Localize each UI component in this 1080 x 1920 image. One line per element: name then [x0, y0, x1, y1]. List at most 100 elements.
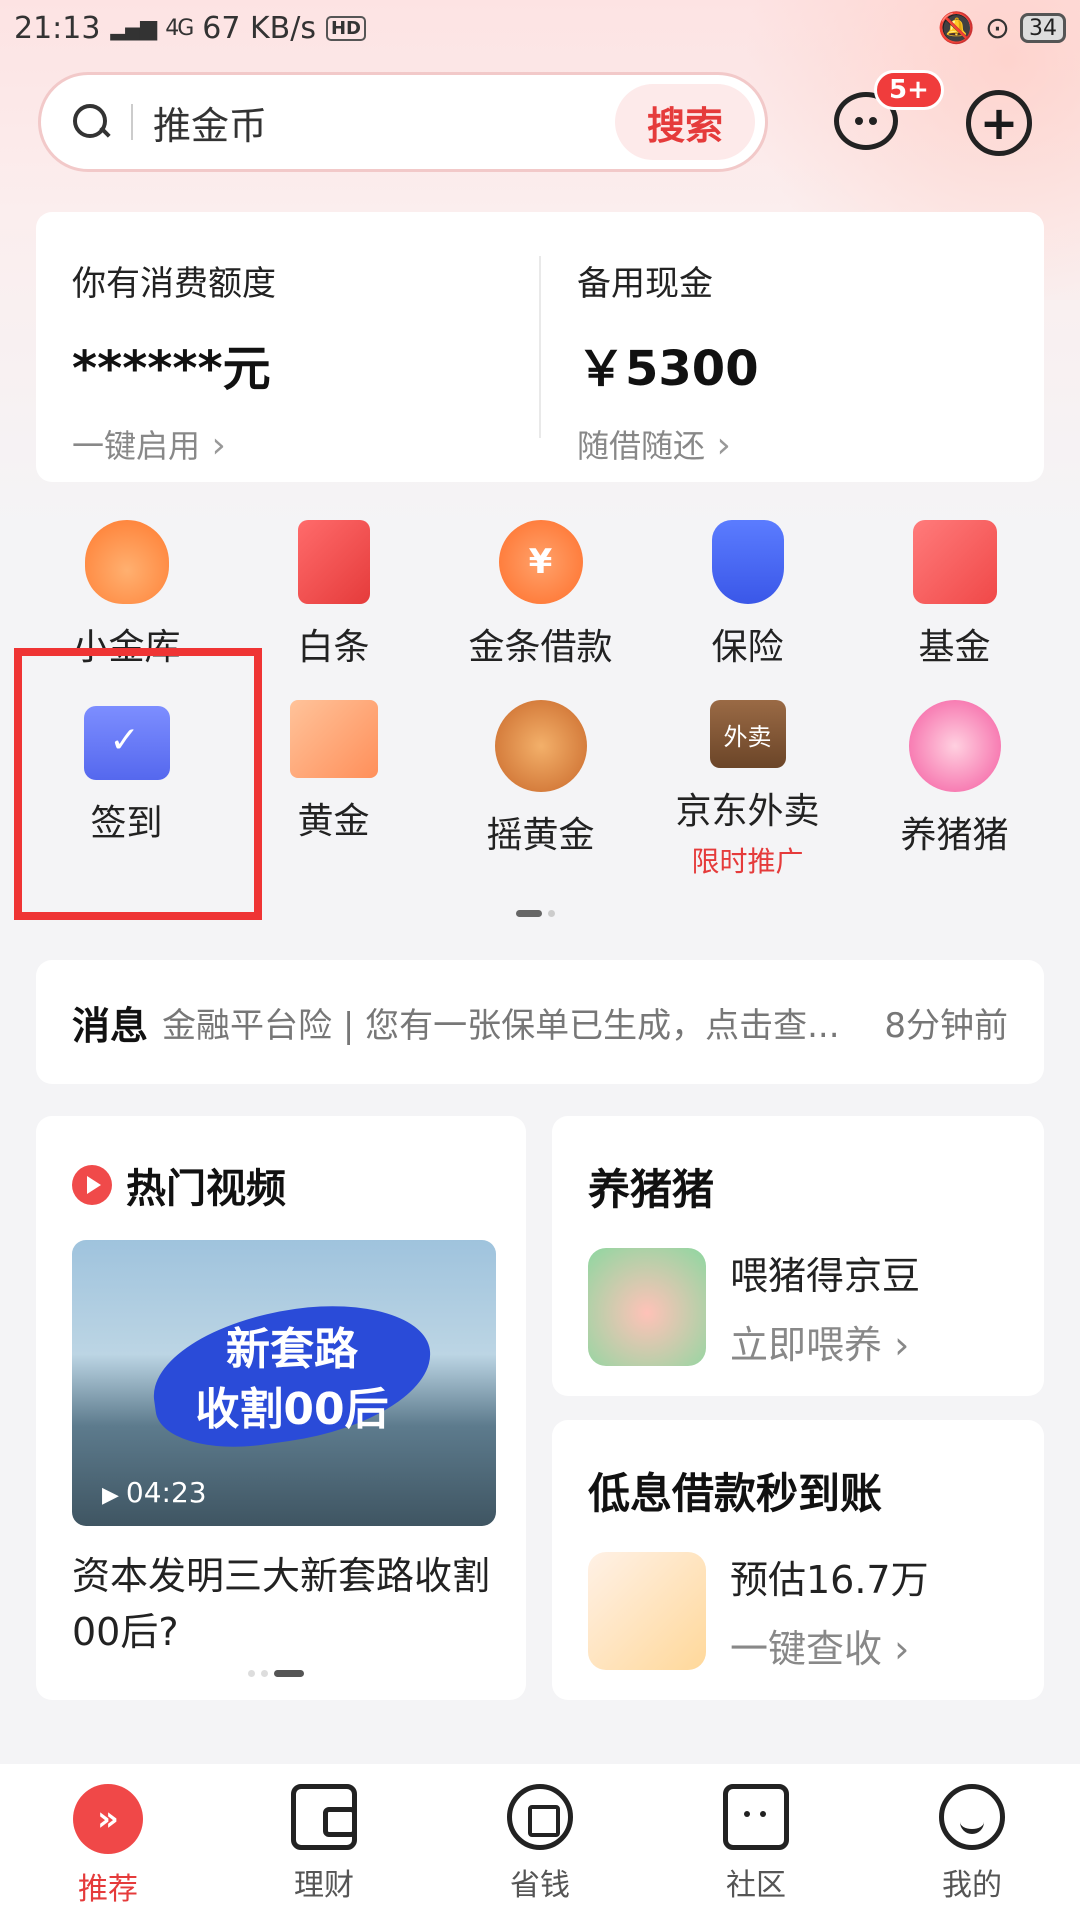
- takeout-bag-icon: 外卖: [709, 700, 786, 768]
- thumb-text: 新套路 收割00后: [162, 1320, 422, 1440]
- video-page-indicator: [248, 1670, 304, 1677]
- pig-illustration-icon: [588, 1248, 706, 1366]
- wallet-icon: [291, 1784, 357, 1850]
- grid-label: 保险: [711, 627, 784, 668]
- message-title: 消息: [72, 1003, 149, 1048]
- search-input[interactable]: 推金币: [153, 95, 615, 150]
- add-button[interactable]: +: [966, 90, 1032, 156]
- grid-label: 白条: [297, 627, 370, 668]
- gold-coins-bowl-icon: [494, 700, 587, 792]
- grid-item-checkin[interactable]: 签到: [23, 700, 230, 880]
- piggy-bag-icon: [84, 520, 169, 604]
- search-icon: [71, 102, 111, 142]
- shield-umbrella-icon: [711, 520, 784, 604]
- network-speed: 67 KB/s: [202, 10, 316, 46]
- loan-estimate: 预估16.7万: [730, 1558, 929, 1602]
- page-dot-active: [274, 1670, 304, 1677]
- hd-icon: HD: [325, 15, 366, 41]
- chat-community-icon: [723, 1784, 789, 1850]
- message-notice[interactable]: 消息 金融平台险 | 您有一张保单已生成，点击查... 8分钟前: [36, 960, 1044, 1084]
- nav-tab-save[interactable]: 省钱: [432, 1764, 648, 1920]
- status-bar: 21:13 ▂▄▆ 4G 67 KB/s HD 🔕 ⊙ 34: [0, 0, 1080, 56]
- grid-item-raise-pig[interactable]: 养猪猪: [851, 700, 1058, 880]
- grid-label: 摇黄金: [486, 815, 595, 856]
- feature-grid: 小金库 白条 ¥ 金条借款 保险 基金 签到 黄金 摇黄金: [0, 520, 1080, 880]
- grid-page-indicator: [516, 910, 555, 917]
- save-money-icon: [507, 1784, 573, 1850]
- grid-item-takeout[interactable]: 外卖 京东外卖 限时推广: [644, 700, 851, 880]
- mute-bell-icon: 🔕: [937, 10, 975, 46]
- message-text: 金融平台险 | 您有一张保单已生成，点击查...: [162, 1005, 840, 1046]
- grid-item-shake-gold[interactable]: 摇黄金: [437, 700, 644, 880]
- credit-summary-card: 你有消费额度 ******元 一键启用 备用现金 ￥5300 随借随还: [36, 212, 1044, 482]
- pig-card-title: 养猪猪: [588, 1165, 715, 1214]
- message-time: 8分钟前: [884, 1005, 1008, 1046]
- promo-tag: 限时推广: [691, 845, 804, 878]
- video-caption: 资本发明三大新套路收割00后?: [72, 1554, 491, 1654]
- thumb-text-line1: 新套路: [226, 1324, 358, 1375]
- nav-tab-community[interactable]: 社区: [648, 1764, 864, 1920]
- search-divider: [131, 104, 133, 140]
- page-dot-active: [516, 910, 542, 917]
- grid-item-xiaojinku[interactable]: 小金库: [23, 520, 230, 700]
- nav-tab-finance[interactable]: 理财: [216, 1764, 432, 1920]
- nav-tab-recommend[interactable]: » 推荐: [0, 1764, 216, 1920]
- grid-row-2: 签到 黄金 摇黄金 外卖 京东外卖 限时推广 养猪猪: [0, 700, 1080, 880]
- feed-link[interactable]: 立即喂养: [730, 1314, 920, 1369]
- consumption-credit[interactable]: 你有消费额度 ******元 一键启用: [36, 212, 539, 482]
- video-duration: 04:23: [102, 1476, 207, 1509]
- grid-row-1: 小金库 白条 ¥ 金条借款 保险 基金: [0, 520, 1080, 700]
- grid-item-gold[interactable]: 黄金: [230, 700, 437, 880]
- grid-label: 金条借款: [468, 627, 613, 668]
- fund-chart-icon: [912, 520, 997, 604]
- search-button[interactable]: 搜索: [615, 84, 755, 160]
- bill-icon: [297, 520, 370, 604]
- check-link[interactable]: 一键查收: [730, 1618, 929, 1673]
- play-icon: [72, 1165, 112, 1205]
- video-thumbnail[interactable]: 新套路 收割00后 04:23: [72, 1240, 496, 1526]
- nav-label: 社区: [726, 1868, 786, 1903]
- grid-item-insurance[interactable]: 保险: [644, 520, 851, 700]
- messages-button[interactable]: 5+: [834, 70, 944, 156]
- pig-card-text: 喂猪得京豆: [730, 1254, 921, 1298]
- pig-card[interactable]: 养猪猪 喂猪得京豆 立即喂养: [552, 1116, 1044, 1396]
- backup-cash[interactable]: 备用现金 ￥5300 随借随还: [539, 256, 1044, 465]
- page-dot: [548, 910, 555, 917]
- loan-card-title: 低息借款秒到账: [588, 1469, 883, 1518]
- grid-label: 养猪猪: [900, 815, 1009, 856]
- nav-tab-mine[interactable]: 我的: [864, 1764, 1080, 1920]
- grid-label: 小金库: [72, 627, 181, 668]
- plus-icon: +: [979, 96, 1019, 150]
- hot-video-card[interactable]: 热门视频 新套路 收割00后 04:23 资本发明三大新套路收割00后?: [36, 1116, 526, 1700]
- cash-value: ￥5300: [577, 341, 759, 397]
- nav-label: 我的: [942, 1868, 1002, 1903]
- credit-label: 你有消费额度: [72, 264, 276, 304]
- status-time: 21:13: [14, 10, 101, 46]
- grid-label: 基金: [918, 627, 991, 668]
- lock-rotation-icon: ⊙: [984, 10, 1010, 46]
- grid-item-baitiao[interactable]: 白条: [230, 520, 437, 700]
- grid-label: 黄金: [297, 801, 370, 842]
- thumb-text-line2: 收割00后: [195, 1384, 389, 1435]
- cash-label: 备用现金: [577, 264, 713, 304]
- grid-item-fund[interactable]: 基金: [851, 520, 1058, 700]
- signal-icon: ▂▄▆: [110, 15, 157, 41]
- nav-label: 理财: [294, 1868, 354, 1903]
- hot-video-title: 热门视频: [126, 1166, 286, 1212]
- nav-label: 省钱: [510, 1868, 570, 1903]
- borrow-link[interactable]: 随借随还: [577, 421, 1044, 467]
- grid-label: 京东外卖: [675, 791, 820, 832]
- network-type: 4G: [165, 15, 194, 41]
- enable-link[interactable]: 一键启用: [72, 421, 539, 467]
- message-count-badge: 5+: [874, 70, 944, 110]
- bank-card-coin-icon: [588, 1552, 706, 1670]
- gold-bars-icon: [289, 700, 378, 778]
- page-dot: [248, 1670, 255, 1677]
- calendar-check-icon: [83, 706, 170, 780]
- home-chevron-icon: »: [73, 1784, 143, 1854]
- loan-card[interactable]: 低息借款秒到账 预估16.7万 一键查收: [552, 1420, 1044, 1700]
- bottom-navigation: » 推荐 理财 省钱 社区 我的: [0, 1764, 1080, 1920]
- grid-item-jintiao[interactable]: ¥ 金条借款: [437, 520, 644, 700]
- battery-icon: 34: [1020, 13, 1066, 43]
- search-bar[interactable]: 推金币 搜索: [38, 72, 768, 172]
